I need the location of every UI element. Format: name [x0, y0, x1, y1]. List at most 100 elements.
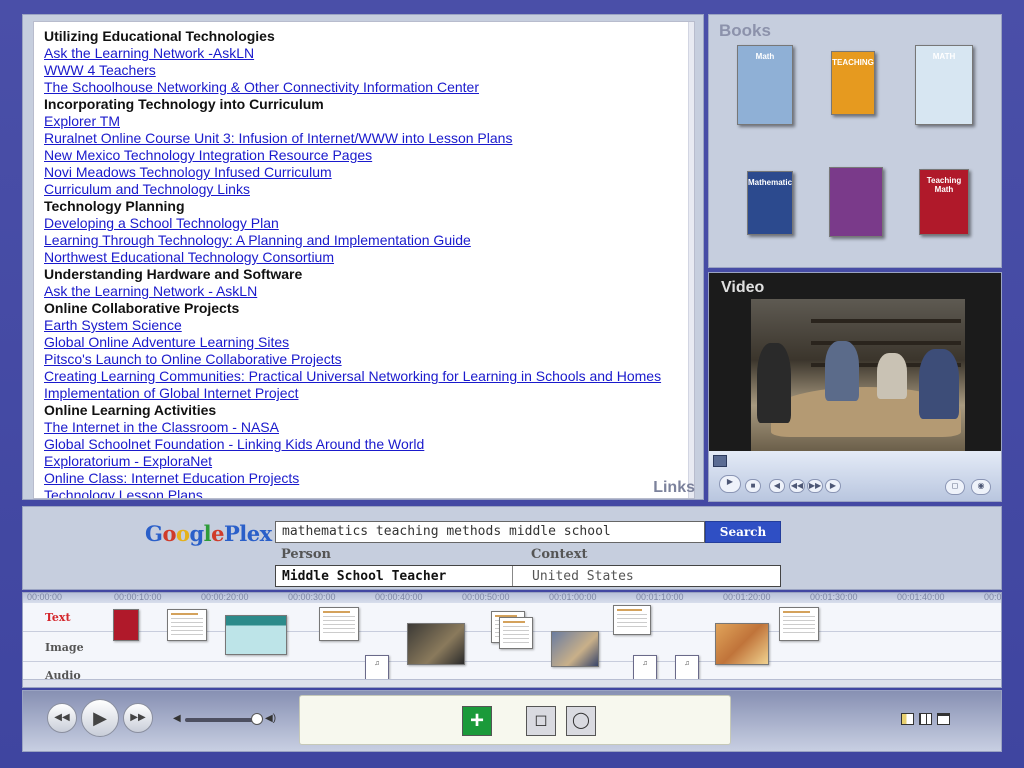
thought-bubble-icon: ◯: [572, 712, 590, 729]
links-list-item: Developing a School Technology Plan: [44, 215, 694, 232]
timeline-clip-web-page[interactable]: [225, 615, 287, 655]
timeline-clip-book[interactable]: [113, 609, 139, 641]
timeline-tick-label: 00:01:50:00: [984, 592, 1002, 602]
volume-high-icon: ◀): [265, 713, 277, 724]
add-button[interactable]: +: [462, 706, 492, 736]
links-section-heading: Utilizing Educational Technologies: [44, 28, 275, 44]
timeline-tick-label: 00:00:50:00: [462, 592, 510, 602]
video-rewind-icon[interactable]: ◀: [769, 479, 785, 493]
links-section-heading: Understanding Hardware and Software: [44, 266, 303, 282]
links-list-container[interactable]: Utilizing Educational Technologies Ask th…: [33, 21, 695, 499]
comment-button[interactable]: ◻: [526, 706, 556, 736]
resource-link[interactable]: Earth System Science: [44, 317, 182, 333]
video-forward-icon[interactable]: ▶▶: [807, 479, 823, 493]
googleplex-logo: GooglePlex: [145, 521, 272, 546]
layout-grid-icon[interactable]: [919, 713, 932, 725]
search-input[interactable]: mathematics teaching methods middle scho…: [275, 521, 705, 543]
book-cover-6[interactable]: Teaching Math: [919, 169, 969, 235]
timeline-ruler[interactable]: 00:00:00 00:00:10:00 00:00:20:00 00:00:30:0…: [23, 593, 1001, 603]
resource-link[interactable]: The Internet in the Classroom - NASA: [44, 419, 279, 435]
video-window-icon[interactable]: ◻: [945, 479, 965, 495]
timeline-clip-document[interactable]: [613, 605, 651, 635]
resource-link[interactable]: Online Class: Internet Education Project…: [44, 470, 299, 486]
book-title: Math: [755, 52, 775, 61]
resource-link[interactable]: Technology Lesson Plans: [44, 487, 203, 498]
timeline-clip-image[interactable]: [407, 623, 465, 665]
timeline-clip-image[interactable]: [551, 631, 599, 667]
play-icon: ▶: [93, 708, 107, 728]
forward-button[interactable]: ▶▶: [123, 703, 153, 733]
track-label-image: Image: [45, 641, 84, 654]
resource-link[interactable]: Curriculum and Technology Links: [44, 181, 250, 197]
context-value[interactable]: United States: [532, 569, 634, 584]
book-cover-2[interactable]: TEACHING: [831, 51, 875, 115]
resource-link[interactable]: Northwest Educational Technology Consort…: [44, 249, 334, 265]
video-panel-title: Video: [721, 279, 765, 296]
resource-link[interactable]: Exploratorium - ExploraNet: [44, 453, 212, 469]
resource-link[interactable]: Explorer TM: [44, 113, 120, 129]
timeline[interactable]: 00:00:00 00:00:10:00 00:00:20:00 00:00:30:0…: [22, 592, 1002, 688]
book-cover-3[interactable]: MATH: [915, 45, 973, 125]
links-list: Utilizing Educational Technologies Ask th…: [44, 28, 694, 498]
timeline-tick-label: 00:01:30:00: [810, 592, 858, 602]
timeline-clip-document[interactable]: [319, 607, 359, 641]
resource-link[interactable]: Ask the Learning Network - AskLN: [44, 283, 257, 299]
search-panel: GooglePlex mathematics teaching methods …: [22, 506, 1002, 590]
timeline-clip-document[interactable]: [499, 617, 533, 649]
resource-link[interactable]: Learning Through Technology: A Planning …: [44, 232, 471, 248]
logo-letter: e: [211, 521, 225, 546]
resource-link[interactable]: Creating Learning Communities: Practical…: [44, 368, 661, 384]
resource-link[interactable]: New Mexico Technology Integration Resour…: [44, 147, 372, 163]
timeline-clip-document[interactable]: [167, 609, 207, 641]
rewind-button[interactable]: ◀◀: [47, 703, 77, 733]
timeline-scrollbar[interactable]: [23, 679, 1001, 687]
links-scrollbar[interactable]: [688, 22, 694, 498]
book-cover-4[interactable]: Mathematics: [747, 171, 793, 235]
fullscreen-icon[interactable]: [713, 455, 727, 467]
book-cover-1[interactable]: Math: [737, 45, 793, 125]
video-next-icon[interactable]: ▶: [825, 479, 841, 493]
video-frame[interactable]: [751, 299, 965, 451]
layout-split-icon[interactable]: [901, 713, 914, 725]
resource-link[interactable]: Developing a School Technology Plan: [44, 215, 279, 231]
video-stop-icon[interactable]: ■: [745, 479, 761, 493]
play-button[interactable]: ▶: [81, 699, 119, 737]
forward-icon: ▶▶: [130, 712, 146, 723]
volume-slider-knob[interactable]: [251, 713, 263, 725]
book-cover-5[interactable]: [829, 167, 883, 237]
video-controls: ▶ ■ ◀ ◀◀ ▶▶ ▶ ◻ ◉: [709, 451, 1001, 501]
person-value[interactable]: Middle School Teacher: [282, 569, 446, 584]
links-list-item: Pitsco's Launch to Online Collaborative …: [44, 351, 694, 368]
resource-link[interactable]: Ruralnet Online Course Unit 3: Infusion …: [44, 130, 512, 146]
logo-letter: o: [162, 521, 176, 546]
links-list-item: Ask the Learning Network - AskLN: [44, 283, 694, 300]
resource-link[interactable]: Global Online Adventure Learning Sites: [44, 334, 289, 350]
resource-link[interactable]: Novi Meadows Technology Infused Curricul…: [44, 164, 332, 180]
resource-link[interactable]: Global Schoolnet Foundation - Linking Ki…: [44, 436, 424, 452]
links-list-item: The Schoolhouse Networking & Other Conne…: [44, 79, 694, 96]
search-button[interactable]: Search: [705, 521, 781, 543]
video-back-icon[interactable]: ◀◀: [789, 479, 805, 493]
annotate-button[interactable]: ◯: [566, 706, 596, 736]
links-list-item: Implementation of Global Internet Projec…: [44, 385, 694, 402]
video-panel: Video ▶ ■ ◀ ◀◀ ▶▶ ▶ ◻ ◉: [708, 272, 1002, 502]
plus-icon: +: [469, 707, 484, 734]
resource-link[interactable]: WWW 4 Teachers: [44, 62, 156, 78]
links-list-item: Northwest Educational Technology Consort…: [44, 249, 694, 266]
layout-present-icon[interactable]: [937, 713, 950, 725]
volume-slider[interactable]: [185, 718, 259, 722]
video-play-icon[interactable]: ▶: [719, 475, 741, 493]
video-volume-icon[interactable]: ◉: [971, 479, 991, 495]
resource-link[interactable]: Pitsco's Launch to Online Collaborative …: [44, 351, 342, 367]
timeline-tick-label: 00:01:10:00: [636, 592, 684, 602]
book-title: Mathematics: [748, 178, 793, 187]
context-label: Context: [531, 547, 588, 562]
person-context-field[interactable]: Middle School Teacher United States: [275, 565, 781, 587]
timeline-clip-document[interactable]: [779, 607, 819, 641]
links-list-item: Global Schoolnet Foundation - Linking Ki…: [44, 436, 694, 453]
timeline-clip-image[interactable]: [715, 623, 769, 665]
resource-link[interactable]: The Schoolhouse Networking & Other Conne…: [44, 79, 479, 95]
resource-link[interactable]: Implementation of Global Internet Projec…: [44, 385, 298, 401]
tool-area: + ◻ ◯: [299, 695, 731, 745]
resource-link[interactable]: Ask the Learning Network -AskLN: [44, 45, 254, 61]
